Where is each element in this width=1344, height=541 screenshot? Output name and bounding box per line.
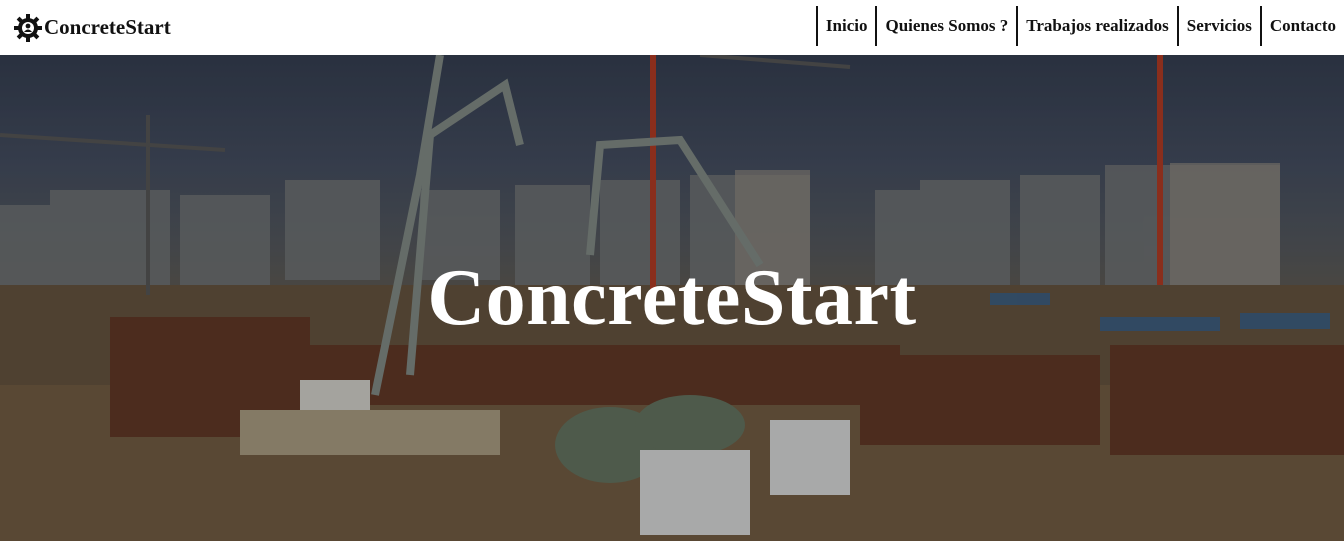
- gear-icon: [14, 13, 42, 42]
- nav-link-servicios[interactable]: Servicios: [1176, 6, 1260, 46]
- hero-banner: ConcreteStart: [0, 55, 1344, 541]
- top-navbar: ConcreteStart Inicio Quienes Somos ? Tra…: [0, 0, 1344, 55]
- nav-link-contacto[interactable]: Contacto: [1259, 6, 1344, 46]
- nav-link-quienes-somos[interactable]: Quienes Somos ?: [875, 6, 1016, 46]
- brand-name: ConcreteStart: [44, 15, 171, 39]
- nav-menu: Inicio Quienes Somos ? Trabajos realizad…: [815, 6, 1344, 46]
- brand-logo-link[interactable]: ConcreteStart: [13, 13, 171, 43]
- nav-link-inicio[interactable]: Inicio: [815, 6, 876, 46]
- hero-title: ConcreteStart: [427, 254, 917, 342]
- nav-link-trabajos-realizados[interactable]: Trabajos realizados: [1016, 6, 1176, 46]
